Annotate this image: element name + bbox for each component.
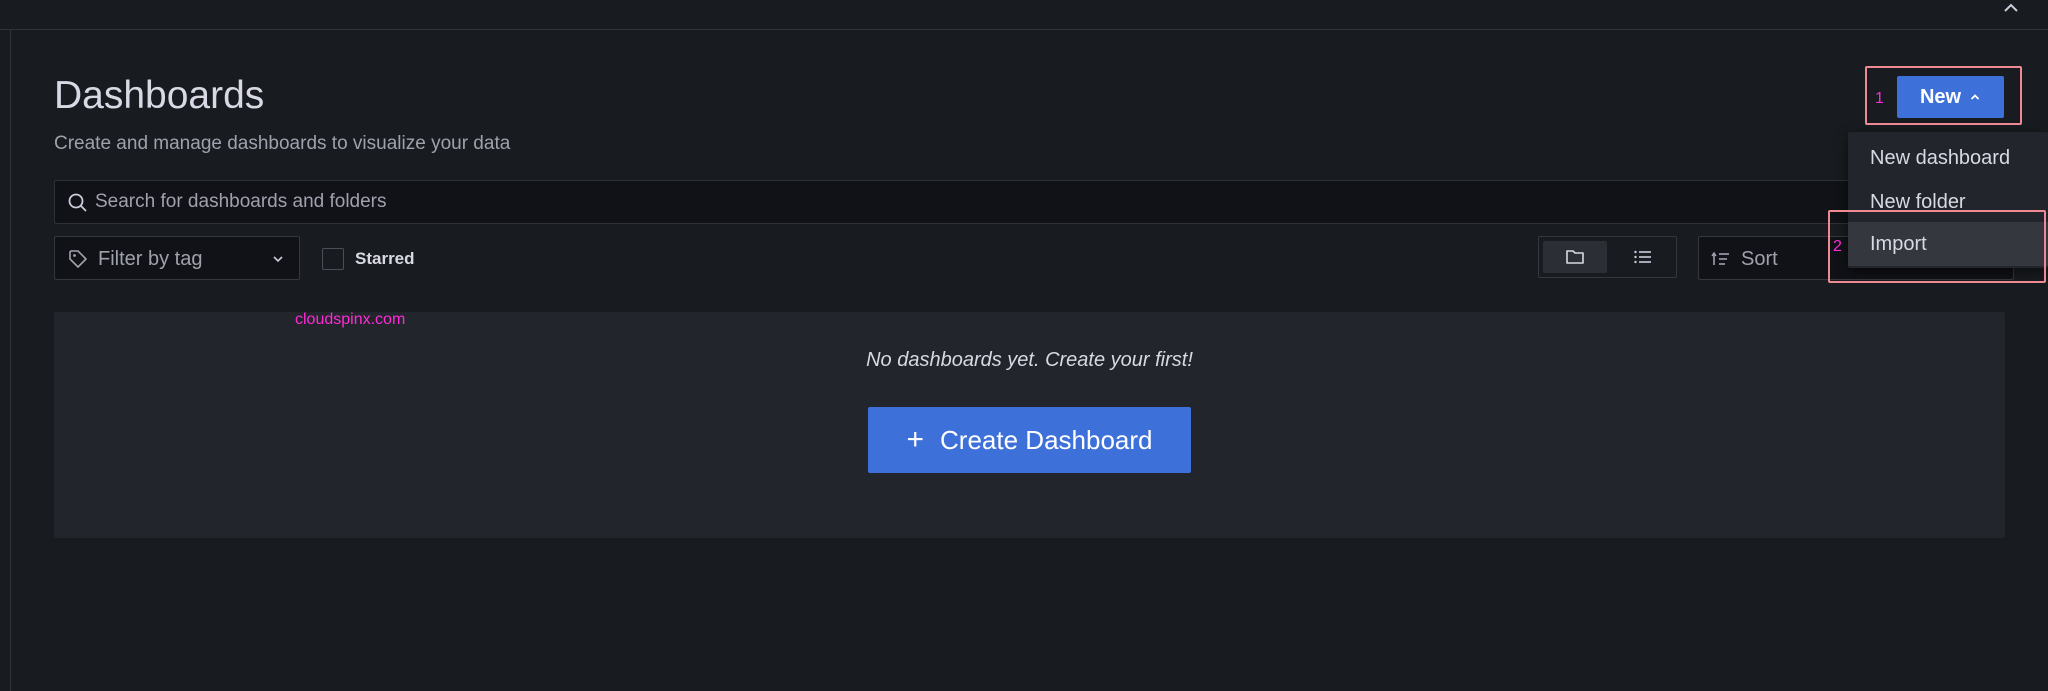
tag-icon — [69, 250, 87, 268]
chevron-up-icon[interactable] — [2000, 0, 2022, 18]
list-icon — [1634, 250, 1651, 264]
starred-checkbox[interactable] — [322, 248, 344, 270]
annotation-number-2: 2 — [1833, 238, 1842, 255]
annotation-box-2 — [1828, 210, 2046, 283]
annotation-box-1 — [1865, 66, 2022, 125]
filter-by-tag-select[interactable]: Filter by tag — [54, 236, 300, 280]
page-subtitle: Create and manage dashboards to visualiz… — [54, 133, 511, 154]
plus-icon: + — [906, 423, 925, 456]
search-box — [54, 180, 2014, 224]
sort-icon — [1711, 251, 1729, 265]
starred-label: Starred — [355, 249, 415, 268]
menu-item-label: New dashboard — [1870, 146, 2011, 169]
menu-item-new-dashboard[interactable]: New dashboard — [1848, 136, 2048, 180]
empty-state-panel: No dashboards yet. Create your first! + … — [54, 312, 2005, 538]
filter-by-tag-label: Filter by tag — [98, 248, 203, 270]
folder-icon — [1566, 250, 1584, 264]
watermark: cloudspinx.com — [295, 311, 406, 328]
create-dashboard-button[interactable]: + Create Dashboard — [868, 407, 1191, 473]
sidebar-divider — [10, 30, 11, 691]
view-mode-toggle — [1538, 236, 1677, 278]
folder-view-button[interactable] — [1543, 241, 1607, 273]
empty-state-message: No dashboards yet. Create your first! — [866, 349, 1193, 371]
page-title: Dashboards — [54, 74, 265, 117]
list-view-button[interactable] — [1611, 241, 1673, 273]
annotation-number-1: 1 — [1875, 90, 1884, 107]
search-input[interactable] — [95, 181, 1895, 223]
search-icon — [68, 193, 87, 212]
top-bar — [0, 0, 2048, 30]
sort-label: Sort — [1741, 248, 1778, 270]
create-dashboard-label: Create Dashboard — [940, 424, 1153, 455]
chevron-down-icon — [273, 256, 283, 263]
